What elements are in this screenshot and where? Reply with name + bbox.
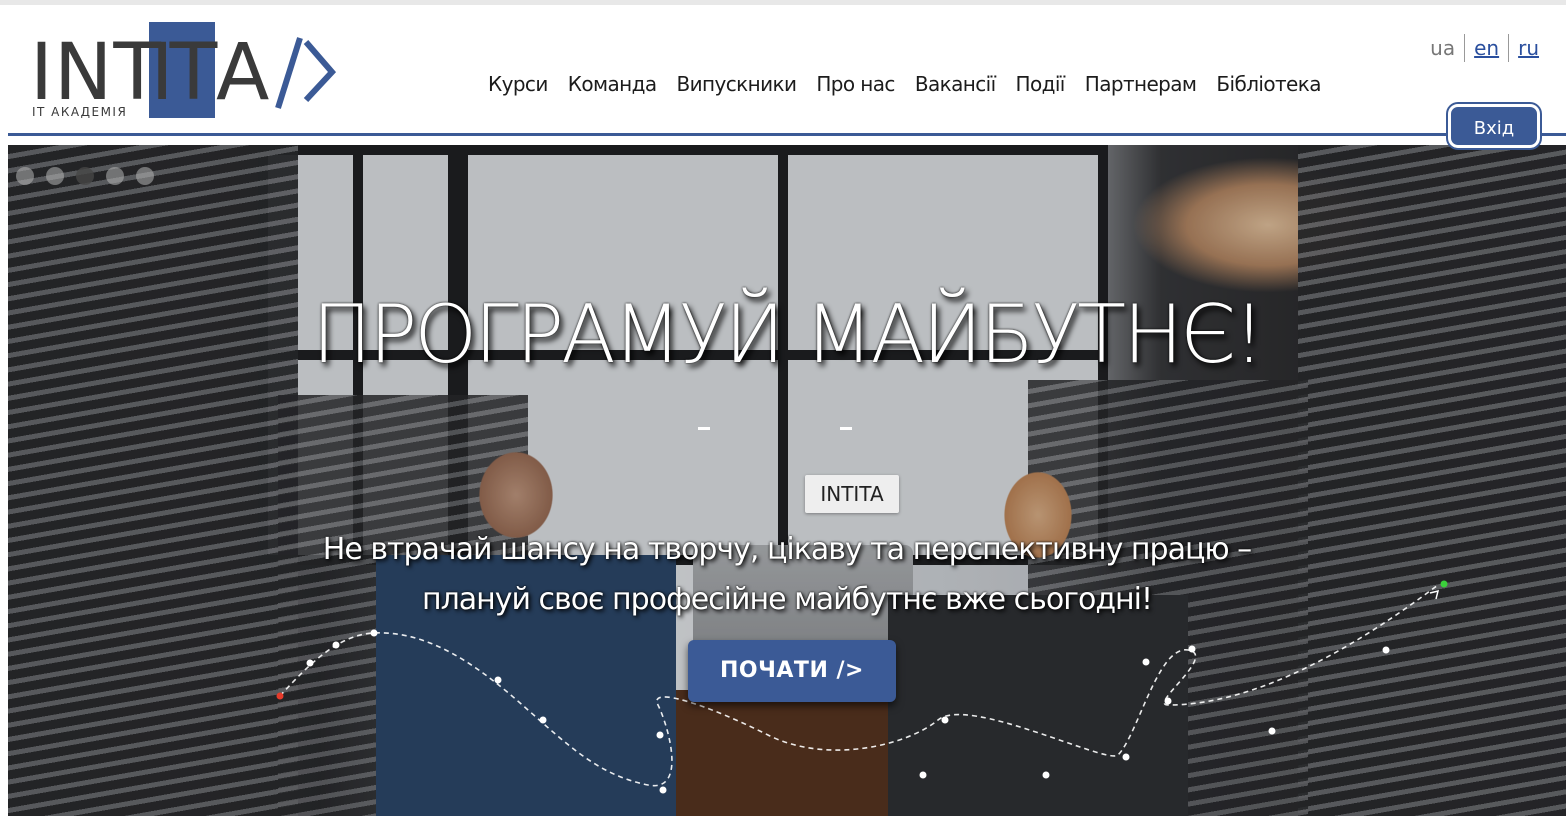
header-divider bbox=[8, 133, 1566, 136]
slider-dot[interactable] bbox=[16, 167, 34, 185]
lang-link-ru[interactable]: ru bbox=[1509, 33, 1548, 63]
slider-dot-active[interactable] bbox=[76, 167, 94, 185]
nav-item-vacancies[interactable]: Вакансії bbox=[905, 67, 1006, 101]
nav-item-courses[interactable]: Курси bbox=[478, 67, 558, 101]
dotted-path-decoration bbox=[276, 580, 1448, 794]
hero-title: ПРОГРАМУЙ МАЙБУТНЄ! bbox=[311, 288, 1265, 381]
hero-subtitle-line1: Не втрачай шансу на творчу, цікаву та пе… bbox=[322, 532, 1252, 567]
lang-link-en[interactable]: en bbox=[1465, 33, 1508, 63]
login-button[interactable]: Вхід bbox=[1446, 102, 1542, 150]
nav-item-library[interactable]: Бібліотека bbox=[1206, 67, 1330, 101]
slider-pagination bbox=[16, 167, 154, 185]
logo-text-a: A bbox=[216, 28, 270, 118]
intita-badge: INTITA bbox=[805, 475, 899, 513]
logo-subtitle: IT АКАДЕМІЯ bbox=[32, 105, 128, 119]
nav-item-partners[interactable]: Партнерам bbox=[1075, 67, 1207, 101]
hero-subtitle: Не втрачай шансу на творчу, цікаву та пе… bbox=[8, 525, 1566, 625]
main-nav: Курси Команда Випускники Про нас Вакансі… bbox=[478, 67, 1331, 101]
nav-item-events[interactable]: Події bbox=[1006, 67, 1075, 101]
intita-logo[interactable]: INT IT A IT АКАДЕМІЯ bbox=[30, 20, 340, 122]
nav-item-about[interactable]: Про нас bbox=[806, 67, 904, 101]
lang-current-ua: ua bbox=[1430, 36, 1456, 60]
logo-slash-chevron-icon bbox=[275, 37, 337, 109]
hero-subtitle-line2: плануй своє професійне майбутнє вже сьог… bbox=[421, 582, 1153, 617]
slider-dot[interactable] bbox=[46, 167, 64, 185]
site-header: INT IT A IT АКАДЕМІЯ Курси Команда Випус… bbox=[8, 5, 1566, 133]
nav-item-team[interactable]: Команда bbox=[558, 67, 667, 101]
title-underline-mark-right bbox=[840, 427, 852, 430]
slider-dot[interactable] bbox=[106, 167, 124, 185]
logo-text-it: IT bbox=[150, 28, 218, 118]
start-button[interactable]: ПОЧАТИ /> bbox=[688, 640, 896, 702]
nav-item-graduates[interactable]: Випускники bbox=[666, 67, 806, 101]
language-switcher: ua en ru bbox=[1421, 33, 1548, 63]
hero-slider: ПРОГРАМУЙ МАЙБУТНЄ! INTITA Не втрачай ша… bbox=[8, 145, 1566, 816]
title-underline-mark-left bbox=[698, 427, 710, 430]
slider-dot[interactable] bbox=[136, 167, 154, 185]
